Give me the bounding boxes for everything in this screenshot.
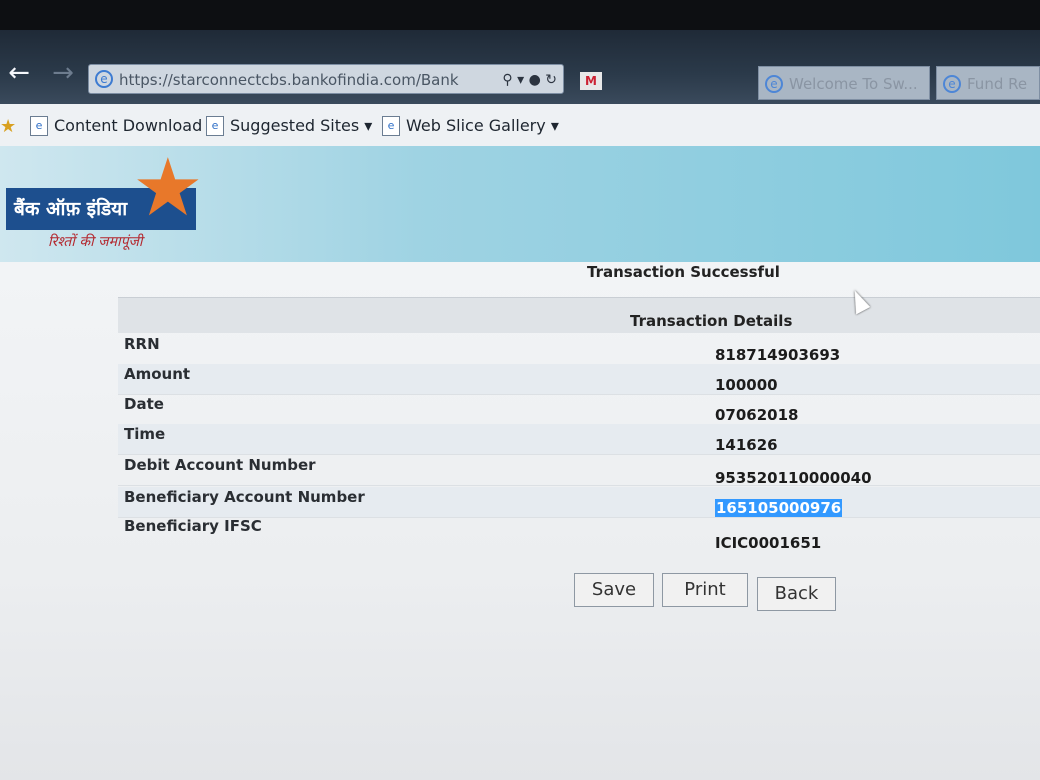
table-row: Debit Account Number 953520110000040 xyxy=(118,455,1040,487)
lock-icon: ● xyxy=(528,72,541,88)
row-label: RRN xyxy=(124,335,160,353)
page-icon: e xyxy=(206,116,224,136)
row-label: Amount xyxy=(124,365,191,383)
print-button[interactable]: Print xyxy=(662,573,748,607)
row-value-selected[interactable]: 165105000976 xyxy=(715,499,843,517)
address-bar[interactable]: e https://starconnectcbs.bankofindia.com… xyxy=(88,64,564,94)
forward-arrow-icon[interactable]: → xyxy=(46,56,80,90)
table-row: Beneficiary IFSC ICIC0001651 xyxy=(118,516,1040,552)
table-row: Amount 100000 xyxy=(118,364,1040,395)
tab-label: Welcome To Sw... xyxy=(789,75,918,93)
ie-icon: e xyxy=(95,70,113,88)
row-label: Debit Account Number xyxy=(124,456,316,474)
refresh-icon[interactable]: ↻ xyxy=(545,72,557,88)
row-label: Time xyxy=(124,425,166,443)
fav-content-download[interactable]: e Content Download xyxy=(30,114,202,138)
fav-label: Content Download xyxy=(54,116,203,135)
row-value: 818714903693 xyxy=(715,346,841,364)
screen-bezel xyxy=(0,0,1040,30)
chevron-down-icon: ▾ xyxy=(364,116,373,135)
address-tools[interactable]: ⚲ ▾ ● ↻ xyxy=(502,65,557,93)
browser-tab-fund[interactable]: e Fund Re xyxy=(936,66,1040,100)
mail-icon[interactable]: M xyxy=(580,72,602,90)
back-button[interactable]: Back xyxy=(757,577,836,611)
favorites-star-icon[interactable]: ★ xyxy=(0,116,16,137)
row-value: 100000 xyxy=(715,376,778,394)
row-value: ICIC0001651 xyxy=(715,534,822,552)
row-label: Date xyxy=(124,395,164,413)
ie-icon: e xyxy=(765,75,783,93)
star-logo-icon: ★ xyxy=(132,141,204,234)
bank-name: बैंक ऑफ़ इंडिया xyxy=(14,198,128,220)
fav-label: Web Slice Gallery xyxy=(406,116,546,135)
fav-suggested-sites[interactable]: e Suggested Sites ▾ xyxy=(206,114,372,138)
details-title: Transaction Details xyxy=(630,312,793,330)
browser-tab-welcome[interactable]: e Welcome To Sw... xyxy=(758,66,930,100)
table-row: Time 141626 xyxy=(118,424,1040,455)
bank-tagline: रिश्तों की जमापूंजी xyxy=(48,234,143,250)
page-icon: e xyxy=(30,116,48,136)
row-value: 07062018 xyxy=(715,406,799,424)
row-label: Beneficiary Account Number xyxy=(124,488,365,506)
status-title: Transaction Successful xyxy=(587,263,780,281)
table-row: RRN 818714903693 xyxy=(118,334,1040,365)
back-arrow-icon[interactable]: ← xyxy=(2,56,36,90)
row-value: 141626 xyxy=(715,436,778,454)
fav-label: Suggested Sites xyxy=(230,116,360,135)
tab-label: Fund Re xyxy=(967,75,1028,93)
chevron-down-icon: ▾ xyxy=(550,116,559,135)
table-row: Date 07062018 xyxy=(118,394,1040,425)
ie-icon: e xyxy=(943,75,961,93)
fav-web-slice-gallery[interactable]: e Web Slice Gallery ▾ xyxy=(382,114,559,138)
row-label: Beneficiary IFSC xyxy=(124,517,262,535)
save-button[interactable]: Save xyxy=(574,573,654,607)
search-icon[interactable]: ⚲ xyxy=(502,72,512,88)
details-header: Transaction Details xyxy=(118,297,1040,333)
address-url: https://starconnectcbs.bankofindia.com/B… xyxy=(119,71,459,89)
table-row: Beneficiary Account Number 165105000976 xyxy=(118,487,1040,518)
dropdown-icon[interactable]: ▾ xyxy=(517,72,524,88)
page-icon: e xyxy=(382,116,400,136)
row-value: 953520110000040 xyxy=(715,469,872,487)
